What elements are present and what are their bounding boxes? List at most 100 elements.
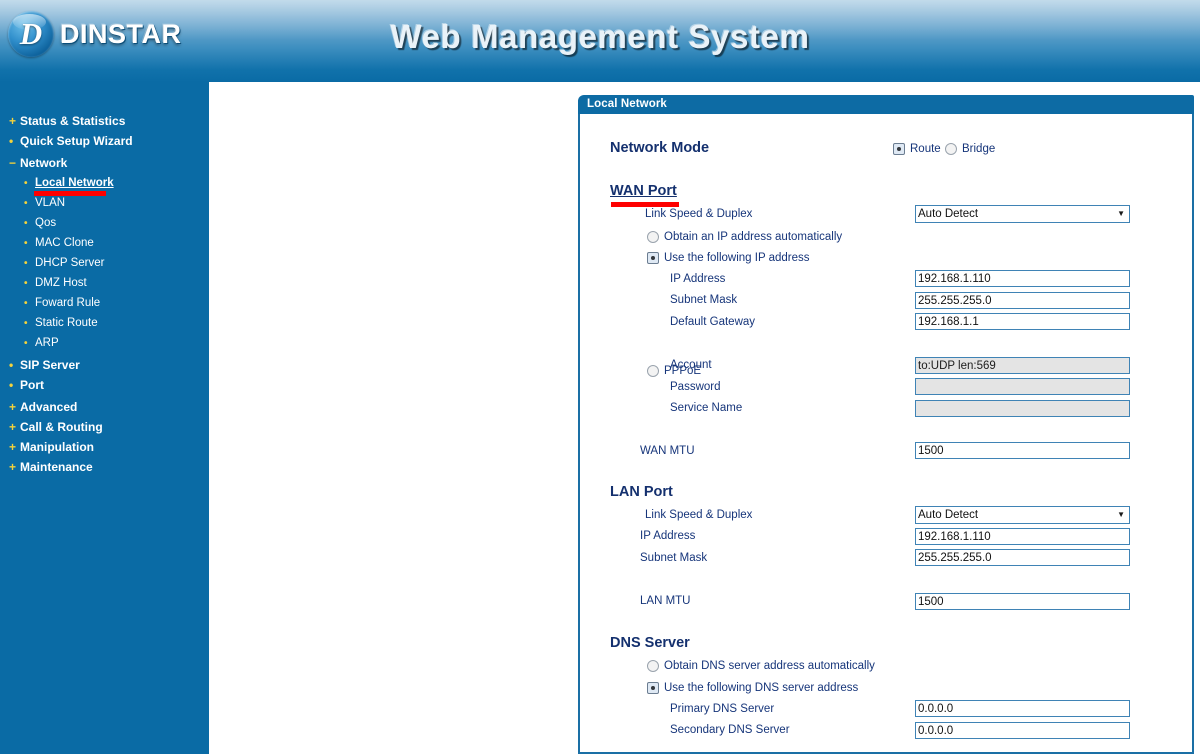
dns-secondary-label: Secondary DNS Server (670, 724, 790, 736)
panel-header-title: Local Network (587, 98, 667, 110)
lan-port-section-title: LAN Port (610, 484, 673, 500)
wan-subnet-mask-input[interactable] (915, 292, 1130, 309)
bullet-icon: • (24, 178, 28, 189)
dns-use-manual-radio-indicator (647, 682, 659, 694)
lan-ip-address-input[interactable] (915, 528, 1130, 545)
wan-default-gateway-label: Default Gateway (670, 316, 756, 328)
sidebar-item-label: ARP (35, 337, 59, 349)
wan-use-static-radio-indicator (647, 252, 659, 264)
wan-default-gateway-input[interactable] (915, 313, 1130, 330)
sidebar-item-dmz-host[interactable]: • DMZ Host (0, 277, 209, 290)
wan-link-speed-select[interactable]: Auto Detect ▼ (915, 205, 1130, 223)
wan-password-label: Password (670, 381, 721, 393)
dns-secondary-input[interactable] (915, 722, 1130, 739)
lan-subnet-mask-input[interactable] (915, 549, 1130, 566)
sidebar-item-label: Call & Routing (20, 420, 103, 434)
page-title: Web Management System (390, 18, 810, 55)
sidebar-item-foward-rule[interactable]: • Foward Rule (0, 297, 209, 310)
bullet-icon: • (24, 318, 28, 329)
wan-ip-address-label: IP Address (670, 273, 726, 285)
network-mode-bridge-radio-label: Bridge (962, 143, 996, 155)
wan-use-static-radio[interactable]: Use the following IP address (647, 252, 810, 264)
dns-obtain-auto-radio[interactable]: Obtain DNS server address automatically (647, 660, 875, 672)
wan-port-section-title: WAN Port (610, 183, 677, 199)
logo-letter: D (19, 15, 43, 51)
wan-link-speed-select-value: Auto Detect (918, 208, 979, 220)
sidebar-nav: + Status & Statistics • Quick Setup Wizard −… (0, 115, 209, 474)
expand-plus-icon: + (9, 460, 17, 474)
sidebar-item-call-routing[interactable]: + Call & Routing (0, 421, 209, 434)
sidebar-item-qos[interactable]: • Qos (0, 217, 209, 230)
expand-plus-icon: + (9, 400, 17, 414)
lan-link-speed-label: Link Speed & Duplex (645, 509, 753, 521)
lan-link-speed-select[interactable]: Auto Detect ▼ (915, 506, 1130, 524)
sidebar-item-local-network[interactable]: • Local Network (0, 177, 209, 196)
wan-obtain-auto-radio[interactable]: Obtain an IP address automatically (647, 231, 842, 243)
wan-subnet-mask-label: Subnet Mask (670, 294, 738, 306)
wan-obtain-auto-radio-indicator (647, 231, 659, 243)
sidebar-item-label: Static Route (35, 317, 98, 329)
dns-use-manual-radio-label: Use the following DNS server address (664, 682, 859, 694)
sidebar-item-label: Advanced (20, 400, 78, 414)
sidebar-item-manipulation[interactable]: + Manipulation (0, 441, 209, 454)
bullet-icon: • (24, 278, 28, 289)
dns-obtain-auto-radio-label: Obtain DNS server address automatically (664, 660, 875, 672)
sidebar-item-quick-setup-wizard[interactable]: • Quick Setup Wizard (0, 135, 209, 148)
lan-mtu-input[interactable] (915, 593, 1130, 610)
sidebar-item-maintenance[interactable]: + Maintenance (0, 461, 209, 474)
wan-ip-address-input[interactable] (915, 270, 1130, 287)
sidebar-item-label: DHCP Server (35, 257, 105, 269)
expand-plus-icon: + (9, 440, 17, 454)
sidebar-item-label: SIP Server (20, 358, 80, 372)
expand-plus-icon: + (9, 420, 17, 434)
wan-service-name-input (915, 400, 1130, 417)
sidebar-item-label: MAC Clone (35, 237, 94, 249)
sidebar-item-label: Status & Statistics (20, 114, 126, 128)
network-mode-route-radio[interactable]: Route (893, 143, 941, 155)
network-mode-bridge-radio[interactable]: Bridge (945, 143, 995, 155)
network-mode-route-radio-label: Route (910, 143, 941, 155)
wan-link-speed-label: Link Speed & Duplex (645, 208, 753, 220)
sidebar-item-label: Manipulation (20, 440, 94, 454)
sidebar-item-label: Quick Setup Wizard (20, 134, 133, 148)
dns-primary-input[interactable] (915, 700, 1130, 717)
lan-link-speed-select-value: Auto Detect (918, 509, 979, 521)
network-mode-bridge-radio-indicator (945, 143, 957, 155)
wan-password-input (915, 378, 1130, 395)
sidebar-item-network[interactable]: − Network (0, 157, 209, 170)
wan-obtain-auto-radio-label: Obtain an IP address automatically (664, 231, 843, 243)
wan-mtu-input[interactable] (915, 442, 1130, 459)
wan-port-section-title-highlight (611, 202, 679, 207)
sidebar-item-static-route[interactable]: • Static Route (0, 317, 209, 330)
bullet-icon: • (24, 238, 28, 249)
sidebar-item-dhcp-server[interactable]: • DHCP Server (0, 257, 209, 270)
lan-ip-address-label: IP Address (640, 530, 696, 542)
sidebar-item-sip-server[interactable]: • SIP Server (0, 359, 209, 372)
sidebar-item-arp[interactable]: • ARP (0, 337, 209, 350)
network-mode-title: Network Mode (610, 140, 710, 156)
sidebar-item-status-statistics[interactable]: + Status & Statistics (0, 115, 209, 128)
wan-pppoe-radio-indicator (647, 365, 659, 377)
bullet-icon: • (24, 218, 28, 229)
sidebar-item-port[interactable]: • Port (0, 379, 209, 392)
dns-server-section-title: DNS Server (610, 635, 690, 651)
sidebar-item-label: Maintenance (20, 460, 93, 474)
sidebar-item-vlan[interactable]: • VLAN (0, 197, 209, 210)
sidebar-item-label: Port (20, 378, 44, 392)
active-item-highlight (34, 191, 106, 196)
expand-plus-icon: + (9, 114, 17, 128)
wan-use-static-radio-label: Use the following IP address (664, 252, 810, 264)
wan-service-name-label: Service Name (670, 402, 743, 414)
sidebar-item-label: Network (20, 156, 68, 170)
bullet-icon: • (24, 198, 28, 209)
wan-account-input (915, 357, 1130, 374)
bullet-icon: • (24, 298, 28, 309)
sidebar-item-mac-clone[interactable]: • MAC Clone (0, 237, 209, 250)
sidebar-item-label: Qos (35, 217, 57, 229)
bullet-icon: • (9, 378, 14, 392)
sidebar: + Status & Statistics • Quick Setup Wizard −… (0, 82, 209, 754)
wan-mtu-label: WAN MTU (640, 445, 695, 457)
dns-use-manual-radio[interactable]: Use the following DNS server address (647, 682, 858, 694)
sidebar-item-label: Foward Rule (35, 297, 101, 309)
sidebar-item-advanced[interactable]: + Advanced (0, 401, 209, 414)
